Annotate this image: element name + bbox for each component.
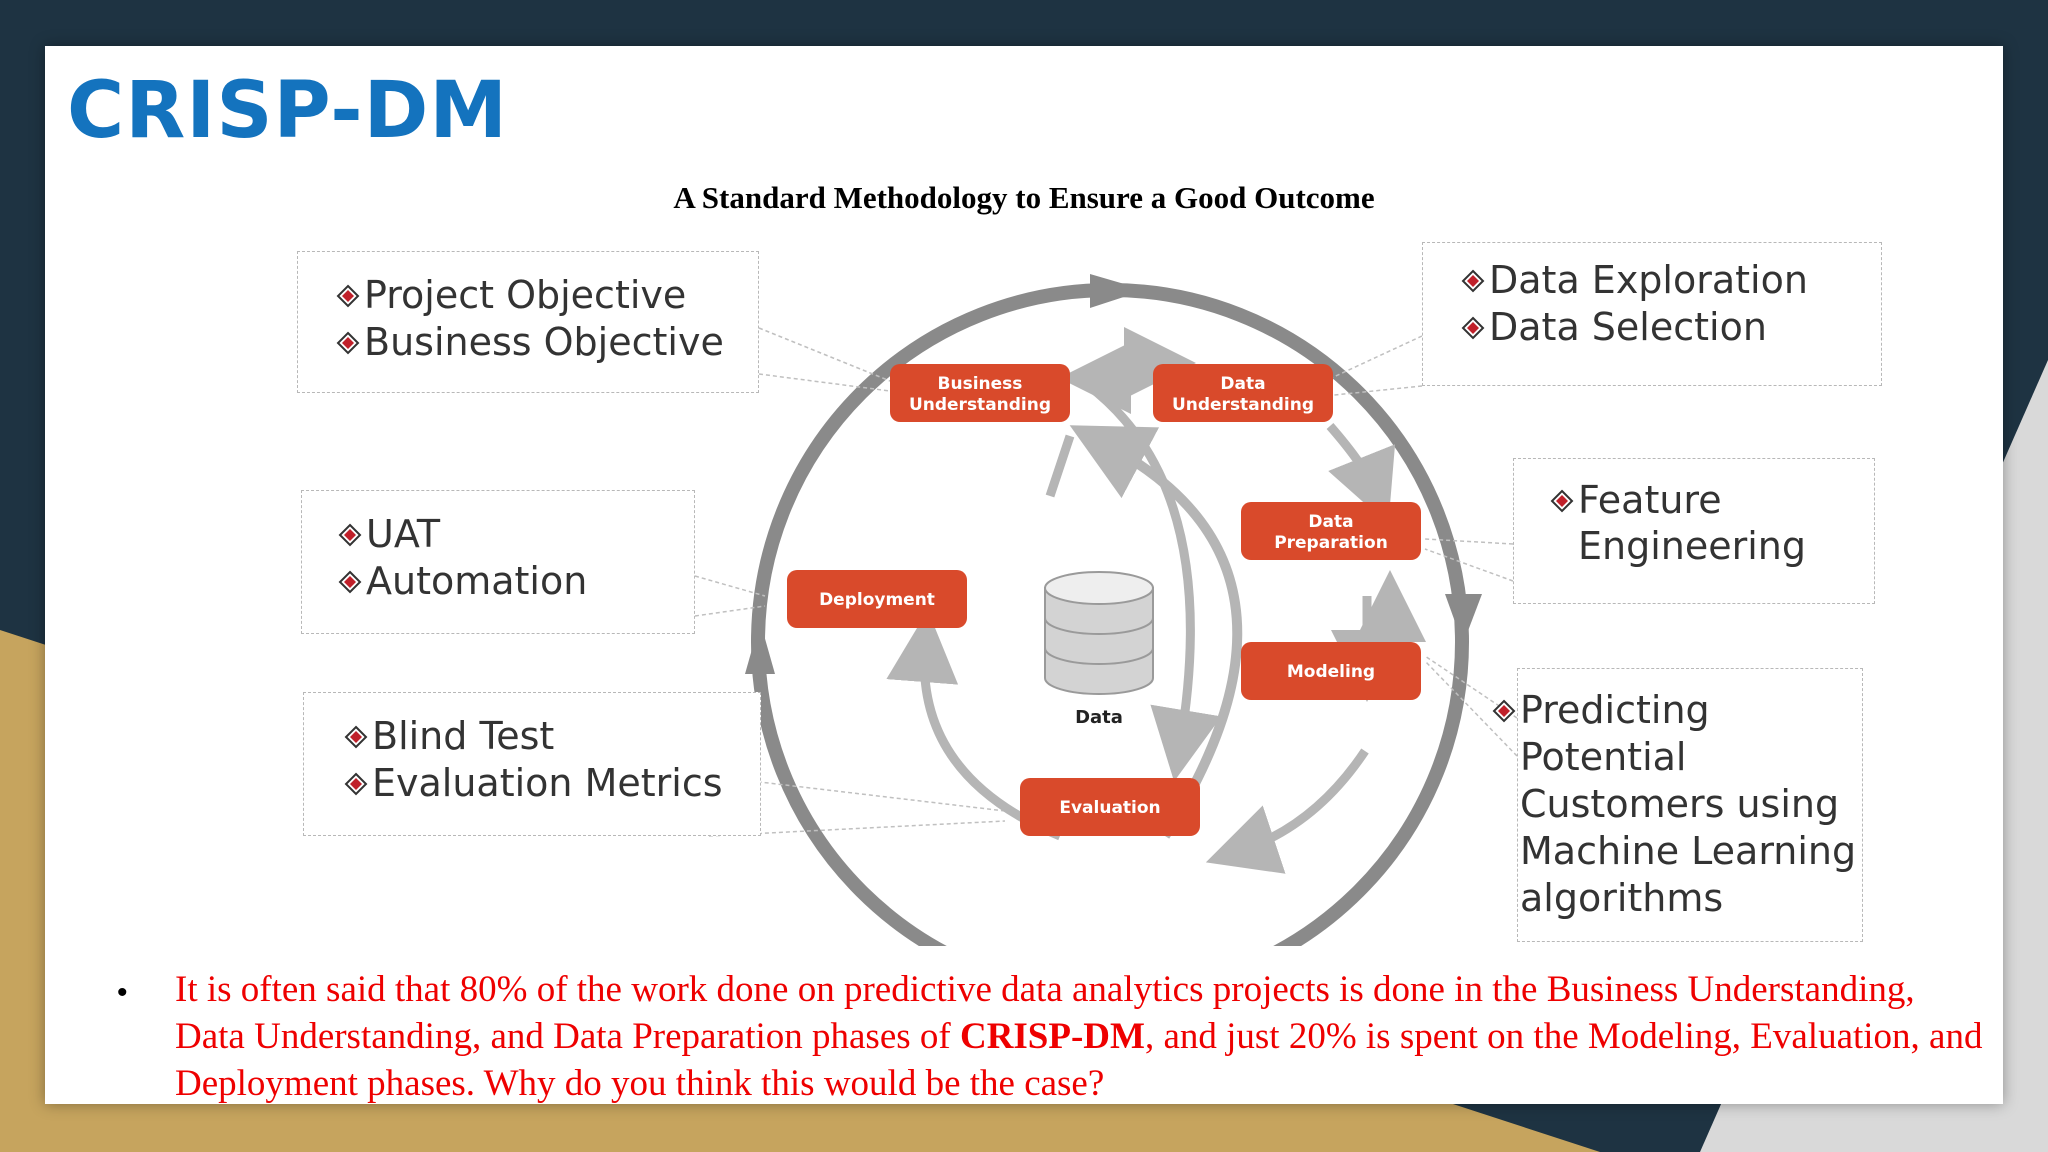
inner-flow-arrows xyxy=(886,327,1426,874)
callout-item: Feature Engineering xyxy=(1550,477,1874,569)
callout-deployment: UAT Automation xyxy=(301,490,695,634)
svg-text:Data: Data xyxy=(1308,512,1353,532)
callout-item: Data Selection xyxy=(1461,304,1881,351)
callout-data-preparation: Feature Engineering xyxy=(1513,458,1875,604)
red-diamond-bullet-icon xyxy=(1461,316,1485,340)
phase-modeling: Modeling xyxy=(1241,642,1421,700)
callout-item: Automation xyxy=(338,558,694,605)
callout-item: Blind Test xyxy=(344,713,760,760)
cycle-arrow-left xyxy=(745,621,775,674)
slide: CRISP-DM A Standard Methodology to Ensur… xyxy=(45,46,2003,1104)
callout-business-understanding: Project Objective Business Objective xyxy=(297,251,759,393)
red-diamond-bullet-icon xyxy=(1461,269,1485,293)
callout-item: Predicting Potential Customers using Mac… xyxy=(1492,687,1862,922)
callout-item: Business Objective xyxy=(336,319,758,366)
red-diamond-bullet-icon xyxy=(338,570,362,594)
bullet-dot: • xyxy=(117,976,128,1009)
svg-text:Data: Data xyxy=(1220,374,1265,394)
database-label: Data xyxy=(1075,707,1123,728)
callout-item: Data Exploration xyxy=(1461,257,1881,304)
phase-data-preparation: Data Preparation xyxy=(1241,502,1421,560)
red-diamond-bullet-icon xyxy=(344,772,368,796)
phase-business-understanding: Business Understanding xyxy=(890,364,1070,422)
svg-text:Understanding: Understanding xyxy=(1172,395,1314,415)
red-diamond-bullet-icon xyxy=(336,284,360,308)
database-cylinder-icon xyxy=(1044,571,1154,695)
phase-evaluation: Evaluation xyxy=(1020,778,1200,836)
red-diamond-bullet-icon xyxy=(336,331,360,355)
svg-text:Deployment: Deployment xyxy=(819,590,935,610)
svg-text:Modeling: Modeling xyxy=(1287,662,1375,682)
red-diamond-bullet-icon xyxy=(344,725,368,749)
callout-evaluation: Blind Test Evaluation Metrics xyxy=(303,692,761,836)
cycle-arrow-top xyxy=(1090,274,1145,308)
red-diamond-bullet-icon xyxy=(1492,699,1516,723)
cycle-arrow-right xyxy=(1445,594,1482,644)
callout-item: Project Objective xyxy=(336,272,758,319)
svg-text:Evaluation: Evaluation xyxy=(1059,798,1160,818)
callout-data-understanding: Data Exploration Data Selection xyxy=(1422,242,1882,386)
discussion-question: It is often said that 80% of the work do… xyxy=(175,969,1983,1104)
svg-text:Understanding: Understanding xyxy=(909,395,1051,415)
red-diamond-bullet-icon xyxy=(338,523,362,547)
phase-data-understanding: Data Understanding xyxy=(1153,364,1333,422)
red-diamond-bullet-icon xyxy=(1550,489,1574,513)
svg-text:Preparation: Preparation xyxy=(1274,533,1388,553)
callout-modeling: Predicting Potential Customers using Mac… xyxy=(1492,668,1863,942)
callout-item: Evaluation Metrics xyxy=(344,760,760,807)
phase-deployment: Deployment xyxy=(787,570,967,628)
svg-text:Business: Business xyxy=(938,374,1023,394)
callout-item: UAT xyxy=(338,511,694,558)
